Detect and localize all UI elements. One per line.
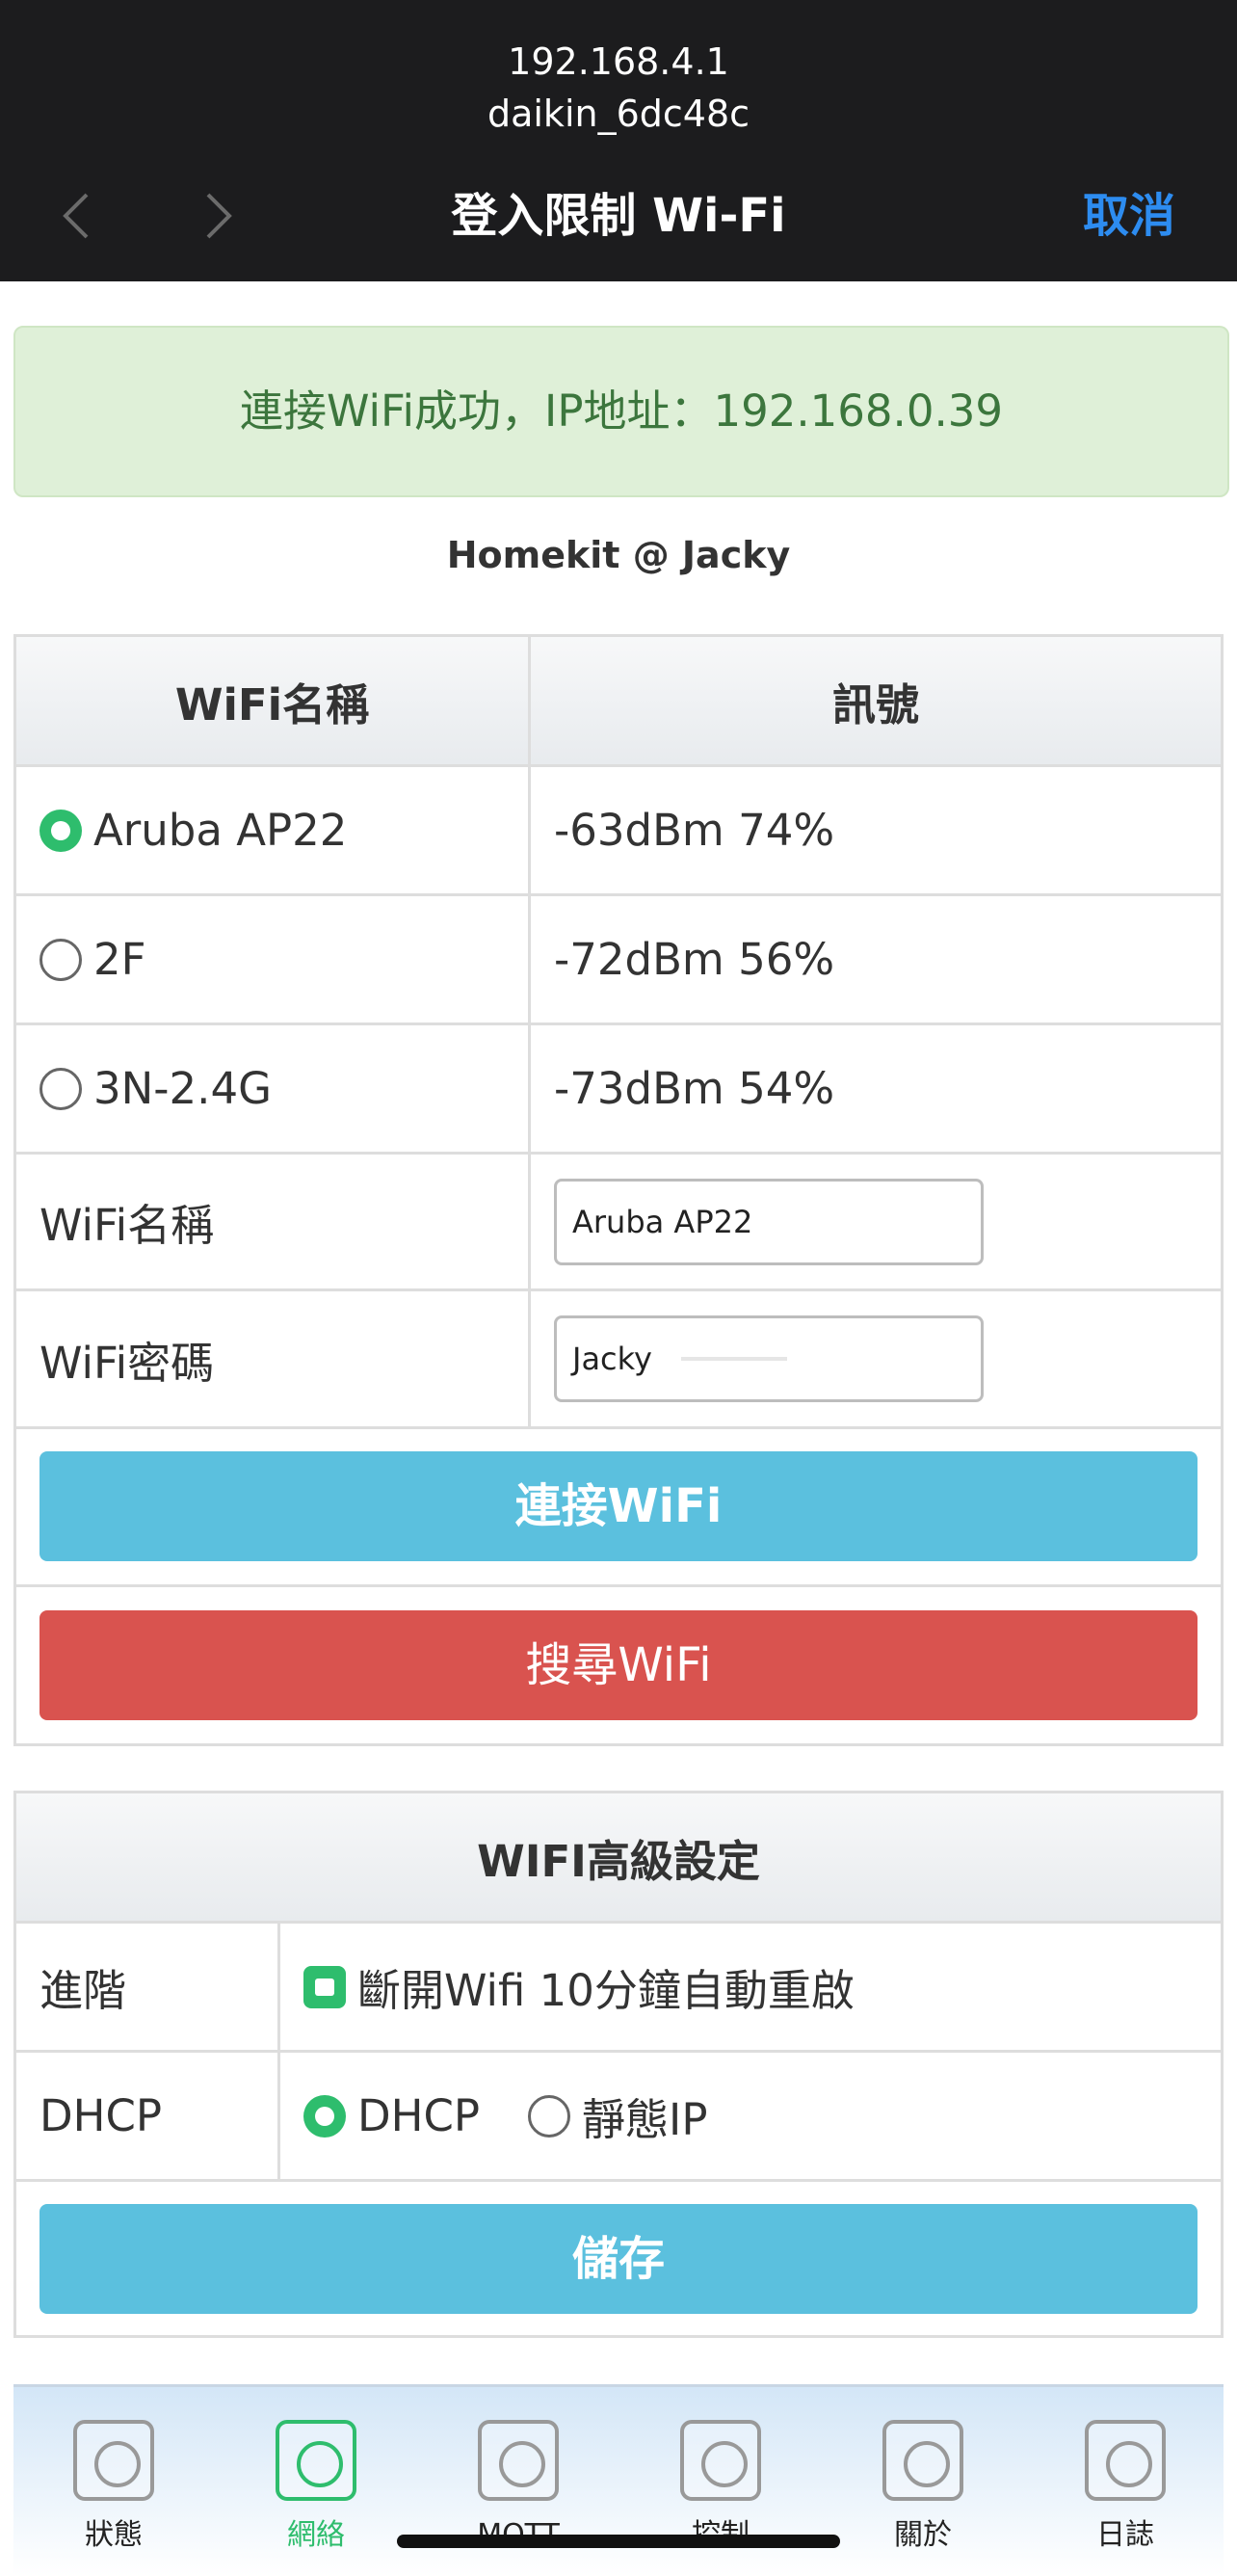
dhcp-row: DHCP DHCP 靜態IP bbox=[16, 2053, 1221, 2182]
advanced-header: WIFI高級設定 bbox=[16, 1793, 1221, 1924]
advanced-settings-table: WIFI高級設定 進階 斷開Wifi 10分鐘自動重啟 DHCP DHCP 靜態… bbox=[13, 1791, 1224, 2338]
password-row: WiFi密碼 Jacky bbox=[16, 1291, 1221, 1429]
about-icon bbox=[882, 2420, 963, 2501]
network-name: 2F bbox=[93, 934, 146, 985]
tab-mqtt[interactable]: MQTT bbox=[451, 2420, 586, 2553]
log-icon bbox=[1085, 2420, 1166, 2501]
tab-status[interactable]: 狀態 bbox=[46, 2420, 181, 2553]
advanced-label: 進階 bbox=[16, 1924, 280, 2050]
table-row[interactable]: 3N-2.4G -73dBm 54% bbox=[16, 1025, 1221, 1155]
network-signal: -72dBm 56% bbox=[554, 934, 835, 985]
save-row: 儲存 bbox=[16, 2182, 1221, 2335]
tab-label: 關於 bbox=[894, 2518, 952, 2552]
tab-label: 網絡 bbox=[287, 2518, 345, 2552]
ssid-label: WiFi名稱 bbox=[16, 1155, 531, 1288]
home-indicator[interactable] bbox=[397, 2535, 840, 2548]
tab-control[interactable]: 控制 bbox=[653, 2420, 788, 2553]
control-icon bbox=[680, 2420, 761, 2501]
cancel-button[interactable]: 取消 bbox=[1083, 187, 1175, 245]
tab-label: 狀態 bbox=[85, 2518, 143, 2552]
tab-log[interactable]: 日誌 bbox=[1058, 2420, 1193, 2553]
network-name: Aruba AP22 bbox=[93, 805, 348, 856]
advanced-title: WIFI高級設定 bbox=[477, 1835, 760, 1887]
password-value: Jacky bbox=[572, 1341, 652, 1377]
network-icon bbox=[276, 2420, 356, 2501]
connect-wifi-button[interactable]: 連接WiFi bbox=[39, 1451, 1198, 1561]
password-label: WiFi密碼 bbox=[16, 1291, 531, 1426]
network-radio-selected[interactable] bbox=[39, 809, 82, 852]
mqtt-icon bbox=[478, 2420, 559, 2501]
static-ip-radio[interactable] bbox=[528, 2094, 571, 2138]
dhcp-option-label: DHCP bbox=[357, 2090, 481, 2141]
table-row[interactable]: Aruba AP22 -63dBm 74% bbox=[16, 767, 1221, 896]
column-header-signal: 訊號 bbox=[831, 678, 919, 730]
dhcp-label: DHCP bbox=[16, 2053, 280, 2179]
portal-title: 登入限制 Wi-Fi bbox=[451, 189, 786, 243]
network-name: 3N-2.4G bbox=[93, 1063, 272, 1114]
status-icon bbox=[73, 2420, 154, 2501]
captive-portal-header: 192.168.4.1 daikin_6dc48c 登入限制 Wi-Fi 取消 bbox=[0, 0, 1237, 281]
portal-host: 192.168.4.1 bbox=[508, 40, 729, 83]
auto-restart-label: 斷開Wifi 10分鐘自動重啟 bbox=[357, 1965, 855, 2016]
network-signal: -63dBm 74% bbox=[554, 805, 835, 856]
success-alert: 連接WiFi成功，IP地址：192.168.0.39 bbox=[13, 326, 1229, 497]
network-radio[interactable] bbox=[39, 938, 82, 981]
table-row[interactable]: 2F -72dBm 56% bbox=[16, 896, 1221, 1025]
connect-row: 連接WiFi bbox=[16, 1429, 1221, 1587]
static-ip-option-label: 靜態IP bbox=[582, 2094, 708, 2145]
column-header-name: WiFi名稱 bbox=[16, 637, 531, 764]
redaction-mark bbox=[680, 1357, 787, 1361]
tab-network[interactable]: 網絡 bbox=[249, 2420, 383, 2553]
network-radio[interactable] bbox=[39, 1067, 82, 1110]
scan-row: 搜尋WiFi bbox=[16, 1587, 1221, 1743]
password-input[interactable]: Jacky bbox=[554, 1315, 984, 1402]
ssid-input[interactable]: Aruba AP22 bbox=[554, 1178, 984, 1265]
portal-ssid: daikin_6dc48c bbox=[487, 93, 750, 135]
ssid-row: WiFi名稱 Aruba AP22 bbox=[16, 1155, 1221, 1291]
wifi-table-header: WiFi名稱 訊號 bbox=[16, 637, 1221, 767]
advanced-row: 進階 斷開Wifi 10分鐘自動重啟 bbox=[16, 1924, 1221, 2053]
tab-about[interactable]: 關於 bbox=[855, 2420, 990, 2553]
save-button[interactable]: 儲存 bbox=[39, 2204, 1198, 2314]
page-heading: Homekit @ Jacky bbox=[446, 534, 791, 576]
auto-restart-checkbox[interactable] bbox=[303, 1965, 346, 2008]
wifi-table: WiFi名稱 訊號 Aruba AP22 -63dBm 74% 2F -72dB… bbox=[13, 634, 1224, 1746]
scan-wifi-button[interactable]: 搜尋WiFi bbox=[39, 1610, 1198, 1720]
tab-label: 日誌 bbox=[1096, 2518, 1154, 2552]
network-signal: -73dBm 54% bbox=[554, 1063, 835, 1114]
dhcp-radio[interactable] bbox=[303, 2094, 346, 2138]
